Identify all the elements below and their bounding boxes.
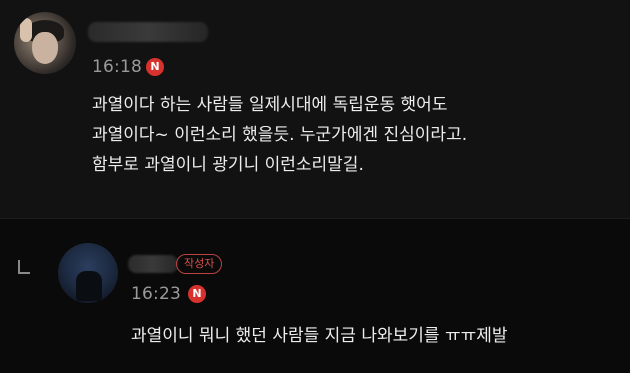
comment-timestamp: 16:23	[131, 284, 181, 304]
comment-line: 과열이다~ 이런소리 했을듯. 누군가에겐 진심이라고.	[92, 125, 468, 145]
comment-body: 과열이다 하는 사람들 일제시대에 독립운동 햇어도 과열이다~ 이런소리 했을…	[92, 90, 467, 180]
comment: 16:18 N 과열이다 하는 사람들 일제시대에 독립운동 햇어도 과열이다~…	[0, 0, 630, 218]
username-redacted	[88, 22, 208, 42]
comment-timestamp: 16:18	[92, 57, 142, 77]
new-badge: N	[146, 58, 164, 76]
username-redacted	[128, 255, 178, 273]
comment-line: 과열이니 뭐니 했던 사람들 지금 나와보기를 ㅠㅠ제발	[131, 326, 508, 346]
comment-line: 과열이다 하는 사람들 일제시대에 독립운동 햇어도	[92, 95, 448, 115]
comment-body: 과열이니 뭐니 했던 사람들 지금 나와보기를 ㅠㅠ제발	[131, 321, 508, 351]
avatar[interactable]	[58, 243, 118, 303]
avatar-hand	[20, 18, 32, 42]
author-badge: 작성자	[176, 254, 223, 274]
avatar-face	[32, 32, 58, 64]
avatar-figure	[76, 271, 102, 301]
new-badge: N	[188, 285, 206, 303]
avatar[interactable]	[14, 12, 76, 74]
reply-arrow-icon	[18, 260, 30, 274]
comment-line: 함부로 과열이니 광기니 이런소리말길.	[92, 155, 364, 175]
